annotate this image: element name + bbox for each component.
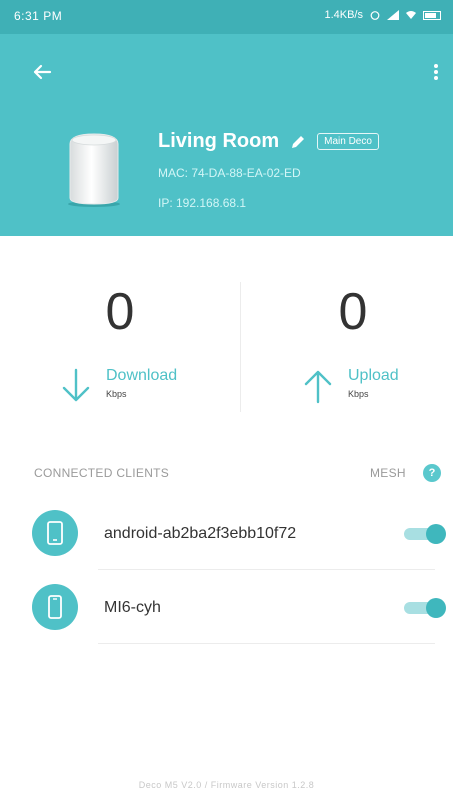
upload-label: Upload (348, 367, 399, 384)
help-icon[interactable]: ? (423, 464, 441, 482)
arrow-left-icon (33, 64, 52, 80)
device-name: Living Room (158, 130, 280, 152)
back-button[interactable] (28, 58, 56, 86)
status-time: 6:31 PM (14, 9, 63, 23)
mesh-toggle[interactable] (404, 524, 446, 544)
device-name-row: Living Room Main Deco (158, 130, 379, 153)
mac-address: MAC: 74-DA-88-EA-02-ED (158, 166, 301, 180)
download-unit: Kbps (106, 389, 127, 399)
device-header: 6:31 PM 1.4KB/s Living Room Main Deco MA… (0, 0, 453, 236)
deco-unit-image (68, 133, 120, 207)
toggle-knob (426, 524, 446, 544)
client-avatar (32, 584, 78, 630)
toggle-knob (426, 598, 446, 618)
client-row[interactable]: android-ab2ba2f3ebb10f72 (0, 496, 453, 570)
mesh-label: MESH (370, 466, 406, 480)
stats-divider (240, 282, 241, 412)
connected-clients-title: CONNECTED CLIENTS (34, 466, 170, 480)
signal-icon (387, 10, 399, 20)
more-vert-icon (434, 64, 438, 80)
battery-icon (423, 10, 441, 20)
row-divider (98, 643, 435, 644)
network-speed: 1.4KB/s (324, 9, 363, 21)
upload-value: 0 (338, 283, 368, 341)
wifi-icon (406, 11, 416, 19)
alarm-icon (370, 11, 380, 20)
client-name: MI6-cyh (104, 599, 161, 616)
client-row[interactable]: MI6-cyh (0, 570, 453, 644)
status-indicators: 1.4KB/s (324, 9, 441, 21)
download-label: Download (106, 367, 178, 384)
firmware-footer: Deco M5 V2.0 / Firmware Version 1.2.8 (138, 780, 315, 790)
client-name: android-ab2ba2f3ebb10f72 (104, 525, 297, 542)
ip-address: IP: 192.168.68.1 (158, 196, 247, 210)
tablet-icon (47, 521, 63, 545)
main-deco-badge: Main Deco (317, 133, 379, 150)
status-bar: 6:31 PM 1.4KB/s (0, 0, 453, 34)
upload-unit: Kbps (348, 389, 369, 399)
more-options-button[interactable] (426, 58, 446, 86)
phone-icon (48, 595, 62, 619)
arrow-up-icon (304, 370, 332, 404)
edit-pencil-icon[interactable] (289, 133, 307, 151)
mesh-toggle[interactable] (404, 598, 446, 618)
download-value: 0 (105, 283, 135, 341)
arrow-down-icon (62, 368, 90, 402)
client-avatar (32, 510, 78, 556)
